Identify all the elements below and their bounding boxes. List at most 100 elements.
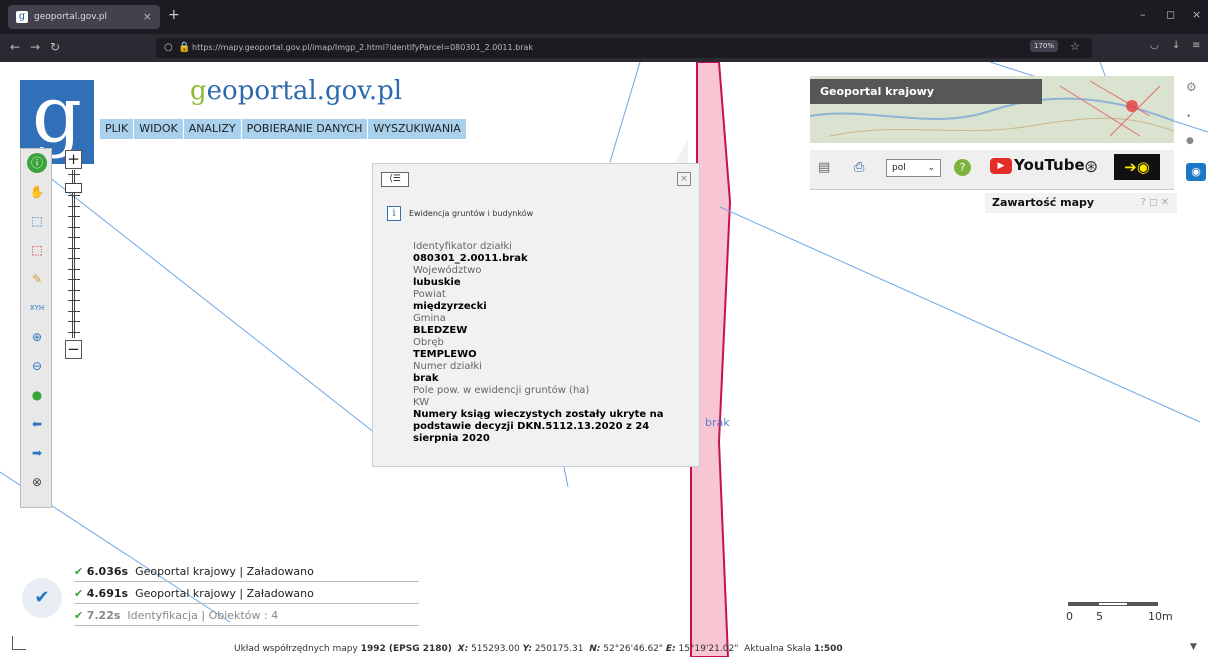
attribute-value: lubuskie	[413, 277, 461, 288]
zoom-tick[interactable]	[68, 331, 80, 333]
minimap-label: Geoportal krajowy	[810, 79, 1042, 104]
attribute-label: KW	[413, 397, 430, 408]
dot-icon[interactable]: •	[1186, 112, 1191, 122]
map-contents-controls[interactable]: ? ◻ ✕	[1141, 193, 1169, 213]
zoom-tick[interactable]	[68, 258, 80, 259]
zoom-out-button[interactable]: −	[65, 340, 82, 359]
zoom-tick[interactable]	[68, 279, 80, 280]
shield-icon[interactable]: ○	[164, 38, 173, 58]
attribute-label: Obręb	[413, 337, 444, 348]
menu-icon[interactable]: ≡	[1192, 40, 1200, 51]
parcel-map-label: brak	[705, 416, 730, 429]
parcel-attributes: Identyfikator działki 080301_2.0011.brak W…	[413, 241, 693, 445]
check-icon: ✔	[74, 565, 84, 578]
circle-icon[interactable]: ●	[1186, 136, 1194, 146]
zoom-tick[interactable]	[68, 226, 80, 228]
boundary-line	[609, 62, 641, 163]
help-icon[interactable]: ?	[954, 159, 971, 176]
zoom-tick[interactable]	[68, 289, 80, 291]
zoom-tick[interactable]	[68, 321, 80, 322]
info-icon[interactable]: ⓘ	[27, 153, 47, 173]
status-state: Obiektów : 4	[208, 609, 279, 622]
map-canvas[interactable]: brak g geoportal.gov.pl PLIK WIDOK ANALI…	[0, 62, 1208, 657]
collapse-popup-button[interactable]: ⟨☰	[381, 172, 409, 187]
status-time: 4.691s	[86, 587, 129, 600]
attribute-label: Województwo	[413, 265, 482, 276]
status-source: Identyfikacja	[127, 609, 198, 622]
zoom-tick[interactable]	[68, 205, 80, 207]
zoom-tick[interactable]	[68, 300, 80, 301]
lock-icon[interactable]: 🔒	[178, 38, 190, 58]
zoom-out-icon[interactable]: ⊖	[27, 356, 47, 376]
scale-segment	[1128, 602, 1158, 606]
menu-analizy[interactable]: ANALIZY	[184, 119, 242, 139]
maximize-button[interactable]: ◻	[1166, 8, 1175, 21]
download-icon[interactable]: ↓	[1172, 40, 1180, 51]
map-contents-panel[interactable]: Zawartość mapy ? ◻ ✕	[985, 193, 1177, 213]
pocket-icon[interactable]: ◡	[1150, 40, 1159, 51]
overview-minimap[interactable]: Geoportal krajowy	[810, 76, 1174, 143]
accessibility-icon[interactable]: ⊛	[1084, 157, 1098, 177]
globe-full-extent-icon[interactable]: ●	[27, 385, 47, 405]
hand-pan-icon[interactable]: ✋	[27, 182, 47, 202]
zoom-tick[interactable]	[68, 216, 80, 217]
zoom-tick[interactable]	[68, 237, 80, 238]
zoom-tick[interactable]	[68, 247, 80, 249]
zoom-tick[interactable]	[68, 310, 80, 312]
reload-icon[interactable]: ↻	[50, 40, 60, 54]
boundary-line	[29, 161, 381, 438]
settings-gears-icon[interactable]: ⚙	[1186, 80, 1197, 94]
menu-plik[interactable]: PLIK	[100, 119, 135, 139]
xyh-coordinates-icon[interactable]: XYH	[27, 298, 47, 318]
zoom-tick[interactable]	[68, 174, 80, 175]
bookmark-star-icon[interactable]: ☆	[1070, 40, 1080, 53]
print-icon[interactable]: ⎙	[854, 160, 864, 175]
legend-icon[interactable]: ▤	[818, 160, 830, 175]
popup-section-title: Ewidencja gruntów i budynków	[409, 209, 534, 218]
coordinates-readout: Układ współrzędnych mapy 1992 (EPSG 2180…	[234, 644, 843, 654]
high-contrast-button[interactable]: ➔◉	[1114, 154, 1160, 180]
attribute-value: brak	[413, 373, 439, 384]
status-source: Geoportal krajowy	[135, 565, 236, 578]
select-rectangle-icon[interactable]: ⬚	[27, 211, 47, 231]
arrow-forward-icon[interactable]: ➡	[27, 443, 47, 463]
language-select[interactable]: pol ⌄	[886, 159, 941, 177]
browser-tab-strip: g geoportal.gov.pl × + – ◻ ×	[0, 0, 1208, 34]
tab-close-icon[interactable]: ×	[143, 5, 152, 29]
forward-icon[interactable]: →	[30, 40, 40, 54]
close-window-button[interactable]: ×	[1192, 8, 1201, 21]
zoom-in-button[interactable]: +	[65, 150, 82, 169]
menu-wyszukiwania[interactable]: WYSZUKIWANIA	[368, 119, 467, 139]
site-title: geoportal.gov.pl	[190, 76, 403, 106]
zoom-slider-handle[interactable]	[65, 183, 82, 194]
scroll-down-icon[interactable]: ▼	[1190, 642, 1200, 652]
deselect-rectangle-icon[interactable]: ⬚	[27, 240, 47, 260]
menu-widok[interactable]: WIDOK	[134, 119, 184, 139]
attribute-value: 080301_2.0011.brak	[413, 253, 528, 264]
clear-icon[interactable]: ⊗	[27, 472, 47, 492]
attribute-label: Gmina	[413, 313, 446, 324]
arrow-back-icon[interactable]: ⬅	[27, 414, 47, 434]
scale-label: 10m	[1148, 610, 1173, 623]
back-icon[interactable]: ←	[10, 40, 20, 54]
new-tab-button[interactable]: +	[168, 7, 180, 23]
youtube-link[interactable]: ▶ YouTube	[990, 156, 1085, 178]
main-menu: PLIK WIDOK ANALIZY POBIERANIE DANYCH WYS…	[100, 119, 467, 139]
pencil-icon[interactable]: ✎	[27, 269, 47, 289]
eye-icon[interactable]: ◉	[1186, 163, 1206, 181]
map-contents-title: Zawartość mapy	[992, 196, 1095, 209]
menu-pobieranie-danych[interactable]: POBIERANIE DANYCH	[242, 119, 369, 139]
checkmark-icon[interactable]: ✔	[22, 578, 62, 618]
info-icon: i	[387, 206, 401, 221]
zoom-level-badge[interactable]: 170%	[1030, 40, 1059, 52]
chevron-down-icon: ⌄	[927, 163, 935, 173]
zoom-tick[interactable]	[68, 195, 80, 196]
zoom-tick[interactable]	[68, 268, 80, 270]
minimize-button[interactable]: –	[1140, 8, 1146, 21]
favicon-icon: g	[16, 11, 28, 23]
zoom-in-icon[interactable]: ⊕	[27, 327, 47, 347]
browser-tab[interactable]: g geoportal.gov.pl ×	[8, 5, 160, 29]
close-popup-button[interactable]: ×	[677, 172, 691, 186]
url-bar[interactable]: ○ 🔒 https://mapy.geoportal.gov.pl/imap/I…	[156, 38, 1092, 58]
status-row: ✔ 6.036s Geoportal krajowy | Załadowano	[74, 562, 419, 582]
